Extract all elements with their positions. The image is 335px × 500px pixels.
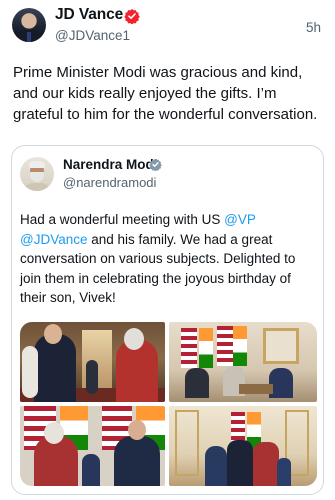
quoted-author-avatar[interactable] xyxy=(20,157,54,191)
person-white-dress xyxy=(22,346,38,398)
mirror-frame xyxy=(263,328,299,364)
verified-badge-icon xyxy=(124,9,140,24)
tweet-text: Prime Minister Modi was gracious and kin… xyxy=(13,64,318,123)
mention-vp-link[interactable]: @VP xyxy=(224,212,255,227)
flag-us-2 xyxy=(217,326,233,366)
quoted-tweet-text: Had a wonderful meeting with US @VP @JDV… xyxy=(20,210,316,308)
group-child xyxy=(277,458,291,486)
person-dark-suit xyxy=(34,334,76,402)
group-person-1 xyxy=(205,446,227,486)
person-dark-head xyxy=(44,324,62,344)
avatar-body xyxy=(23,183,51,191)
author-handle[interactable]: @JDVance1 xyxy=(55,28,130,43)
media-photo-4[interactable] xyxy=(169,406,317,486)
tweet[interactable]: JD Vance @JDVance1 5h Prime Minister Mod… xyxy=(0,0,335,500)
quoted-author-handle[interactable]: @narendramodi xyxy=(63,175,156,190)
quoted-text-part1: Had a wonderful meeting with US xyxy=(20,212,225,227)
gray-verified-badge-icon xyxy=(149,158,162,171)
flag-india-2 xyxy=(233,326,247,366)
mention-jdvance-link[interactable]: @JDVance xyxy=(20,232,87,247)
group-person-3 xyxy=(253,442,279,486)
person-white-head xyxy=(44,422,64,444)
avatar-hair xyxy=(29,161,45,168)
table xyxy=(239,384,273,394)
avatar-tie xyxy=(27,32,31,42)
flag-us xyxy=(181,328,197,368)
media-photo-2[interactable] xyxy=(169,322,317,402)
quoted-tweet-card[interactable]: Narendra Modi @narendramodi Had a wonder… xyxy=(11,145,324,495)
timestamp[interactable]: 5h xyxy=(306,20,321,35)
gilded-panel-left xyxy=(175,410,199,476)
avatar-beard xyxy=(30,172,44,182)
person-navy-suit xyxy=(114,436,160,486)
author-avatar[interactable] xyxy=(12,8,46,42)
person-grey-hair xyxy=(124,328,144,350)
group-person-2 xyxy=(227,440,253,486)
child xyxy=(82,454,100,486)
media-photo-1[interactable] xyxy=(20,322,165,402)
flag-india xyxy=(199,328,213,368)
author-name[interactable]: JD Vance xyxy=(55,6,123,24)
small-figure xyxy=(86,360,98,394)
person-navy-head xyxy=(128,420,146,440)
media-photo-3[interactable] xyxy=(20,406,165,486)
quoted-author-name[interactable]: Narendra Modi xyxy=(63,157,158,172)
seated-person-left xyxy=(185,368,209,398)
